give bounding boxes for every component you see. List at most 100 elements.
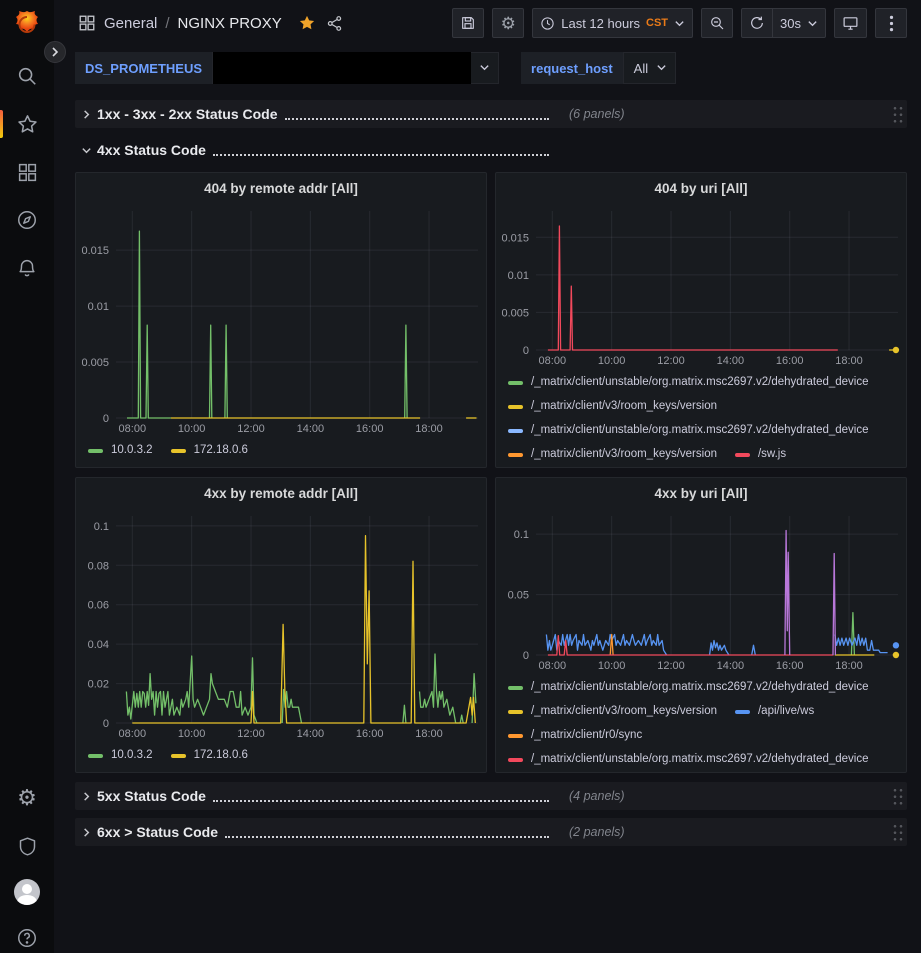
legend-label: 10.0.3.2 [111,439,153,462]
svg-text:0: 0 [523,345,529,357]
panel-title[interactable]: 4xx by uri [All] [496,478,906,508]
grafana-logo-icon[interactable] [10,9,44,43]
row-title: 5xx Status Code [97,783,206,809]
legend-swatch [508,405,523,409]
breadcrumb-separator: / [165,15,169,32]
row-panel-count: (4 panels) [569,789,625,803]
admin-shield-icon[interactable] [0,831,54,861]
legend-item[interactable]: /_matrix/client/v3/room_keys/version [508,395,717,418]
panel-404-by-remote-addr: 404 by remote addr [All] 00.0050.010.015… [75,172,487,468]
legend-swatch [508,758,523,762]
share-icon[interactable] [326,15,343,32]
refresh-interval-label: 30s [780,16,801,31]
panel-title[interactable]: 404 by uri [All] [496,173,906,203]
legend-item[interactable]: /_matrix/client/unstable/org.matrix.msc2… [508,419,869,442]
legend-item[interactable]: /api/live/ws [735,700,814,723]
row-drag-handle[interactable] [891,786,903,806]
save-dashboard-button[interactable] [452,8,484,38]
svg-text:0.04: 0.04 [88,639,109,651]
variables-bar: DS_PROMETHEUS request_host All [54,46,921,92]
svg-text:0.02: 0.02 [88,679,109,691]
legend-item[interactable]: 10.0.3.2 [88,439,153,462]
row-title: 4xx Status Code [97,137,206,163]
variable-select-request-host[interactable]: All [623,52,676,84]
svg-text:08:00: 08:00 [539,660,567,672]
chart-plot: 00.020.040.060.080.108:0010:0012:0014:00… [76,508,486,742]
sidebar-item-dashboards[interactable] [0,157,54,187]
legend-label: 172.18.0.6 [194,439,248,462]
panel-4xx-by-uri: 4xx by uri [All] 00.050.108:0010:0012:00… [495,477,907,773]
row-header-1xx-3xx-2xx[interactable]: 1xx - 3xx - 2xx Status Code (6 panels) [75,100,907,128]
legend-item[interactable]: 10.0.3.2 [88,744,153,767]
dashboard-settings-button[interactable]: ⚙ [492,8,524,38]
sidebar-expand-button[interactable] [44,41,66,63]
legend-item[interactable]: 172.18.0.6 [171,744,248,767]
legend-label: /_matrix/client/unstable/org.matrix.msc2… [531,676,869,699]
cycle-view-mode-button[interactable] [834,8,867,38]
chart-4xx-by-uri[interactable]: 00.050.108:0010:0012:0014:0016:0018:00 [496,508,906,674]
legend-item[interactable]: /_matrix/client/v3/room_keys/version [508,443,717,466]
zoom-out-button[interactable] [701,8,733,38]
row-header-6xx[interactable]: 6xx > Status Code (2 panels) [75,818,907,846]
svg-text:10:00: 10:00 [598,355,626,367]
time-range-picker[interactable]: Last 12 hours CST [532,8,693,38]
chevron-down-icon [656,62,667,73]
row-drag-handle[interactable] [891,822,903,842]
svg-text:0.05: 0.05 [508,590,529,602]
chevron-right-icon [81,827,97,838]
svg-text:0.1: 0.1 [94,521,109,533]
sidebar-item-alerting[interactable] [0,253,54,283]
svg-text:12:00: 12:00 [237,423,265,435]
svg-text:08:00: 08:00 [119,728,147,740]
page-title[interactable]: NGINX PROXY [178,15,282,32]
user-avatar[interactable] [0,877,54,907]
settings-gear-icon[interactable]: ⚙ [0,783,54,813]
legend-swatch [508,453,523,457]
svg-text:08:00: 08:00 [119,423,147,435]
panel-title[interactable]: 404 by remote addr [All] [76,173,486,203]
refresh-button[interactable] [741,8,773,38]
row-header-5xx[interactable]: 5xx Status Code (4 panels) [75,782,907,810]
legend-item[interactable]: 172.18.0.6 [171,439,248,462]
legend-swatch [88,449,103,453]
chart-plot: 00.0050.010.01508:0010:0012:0014:0016:00… [76,203,486,437]
row-header-4xx[interactable]: 4xx Status Code [75,136,907,164]
help-icon[interactable] [0,923,54,953]
variable-label-request-host: request_host [521,52,623,84]
legend-swatch [735,453,750,457]
legend-swatch [508,429,523,433]
variable-select-ds-prometheus[interactable] [212,52,499,84]
legend-item[interactable]: /_matrix/client/r0/sync [508,724,642,747]
chart-4xx-by-remote-addr[interactable]: 00.020.040.060.080.108:0010:0012:0014:00… [76,508,486,742]
refresh-interval-select[interactable]: 30s [773,8,826,38]
legend-label: /_matrix/client/unstable/org.matrix.msc2… [531,419,869,442]
favorite-star-icon[interactable] [298,14,316,32]
sidebar-item-starred[interactable] [0,109,54,139]
svg-text:10:00: 10:00 [178,423,206,435]
variable-label-ds-prometheus: DS_PROMETHEUS [75,52,212,84]
chart-404-by-remote-addr[interactable]: 00.0050.010.01508:0010:0012:0014:0016:00… [76,203,486,437]
time-range-label: Last 12 hours [561,16,640,31]
row-drag-handle[interactable] [891,104,903,124]
sidebar-item-explore[interactable] [0,205,54,235]
legend-swatch [171,754,186,758]
legend-item[interactable]: /_matrix/client/unstable/org.matrix.msc2… [508,676,869,699]
legend-label: /_matrix/client/unstable/org.matrix.msc2… [531,371,869,394]
svg-text:0.015: 0.015 [81,245,109,257]
chevron-right-icon [81,791,97,802]
panel-title[interactable]: 4xx by remote addr [All] [76,478,486,508]
svg-text:12:00: 12:00 [657,355,685,367]
row-panel-count: (2 panels) [569,825,625,839]
legend-item[interactable]: /_matrix/client/unstable/org.matrix.msc2… [508,748,869,771]
svg-text:0.01: 0.01 [508,270,529,282]
search-icon[interactable] [0,61,54,91]
breadcrumb-section[interactable]: General [104,15,157,32]
legend-item[interactable]: /_matrix/client/v3/room_keys/version [508,700,717,723]
legend-item[interactable]: /sw.js [735,443,786,466]
chevron-down-icon [81,145,97,156]
row-title: 1xx - 3xx - 2xx Status Code [97,101,278,127]
legend-item[interactable]: /_matrix/client/unstable/org.matrix.msc2… [508,371,869,394]
chart-404-by-uri[interactable]: 00.0050.010.01508:0010:0012:0014:0016:00… [496,203,906,369]
kebab-menu-button[interactable] [875,8,907,38]
svg-text:0.005: 0.005 [501,307,529,319]
